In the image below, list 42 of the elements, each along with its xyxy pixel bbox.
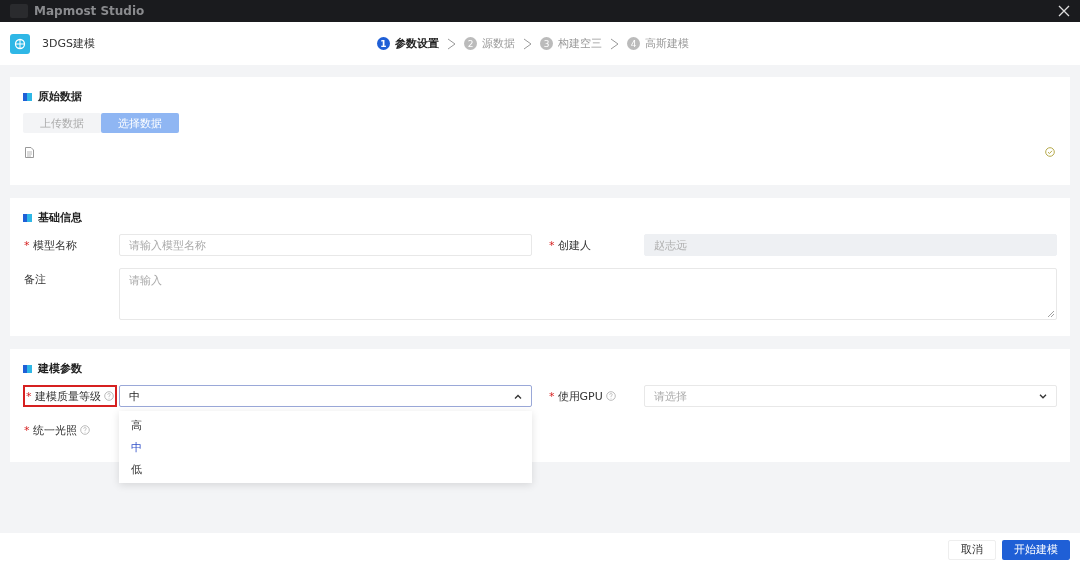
- required-mark: *: [26, 389, 32, 403]
- field-label: 创建人: [557, 237, 591, 253]
- step-number: 4: [627, 37, 640, 50]
- document-icon: [25, 147, 34, 158]
- dropdown-option[interactable]: 高: [119, 414, 532, 436]
- field-label: 使用GPU: [557, 388, 603, 404]
- step-number: 2: [464, 37, 477, 50]
- section-title: 原始数据: [38, 89, 82, 104]
- cancel-button[interactable]: 取消: [948, 539, 996, 560]
- dropdown-option[interactable]: 中: [119, 436, 532, 458]
- close-icon[interactable]: [1058, 5, 1070, 17]
- step-label: 源数据: [482, 36, 515, 51]
- check-circle-icon: [1045, 147, 1055, 157]
- section-flag-icon: [23, 213, 32, 222]
- caret-icon: [1039, 393, 1047, 399]
- section-flag-icon: [23, 364, 32, 373]
- required-mark: *: [549, 238, 555, 252]
- app-title: Mapmost Studio: [34, 4, 145, 18]
- field-label: 统一光照: [32, 422, 77, 438]
- step-label: 参数设置: [395, 36, 439, 51]
- app-logo-icon: [10, 33, 30, 54]
- required-mark: *: [24, 423, 30, 437]
- step-number: 1: [377, 37, 390, 50]
- chevron-icon: [610, 37, 619, 50]
- resize-handle-icon[interactable]: [1048, 311, 1054, 317]
- step-number: 3: [540, 37, 553, 50]
- start-button[interactable]: 开始建模: [1002, 539, 1070, 560]
- required-mark: *: [24, 238, 30, 252]
- chevron-icon: [523, 37, 532, 50]
- dropdown-option[interactable]: 低: [119, 458, 532, 480]
- section-flag-icon: [23, 92, 32, 101]
- field-label: 备注: [24, 271, 46, 287]
- section-title: 建模参数: [38, 361, 82, 376]
- chevron-icon: [447, 37, 456, 50]
- section-title: 基础信息: [38, 210, 82, 225]
- field-label: 建模质量等级: [34, 388, 101, 404]
- step-label: 高斯建模: [645, 36, 689, 51]
- select-field[interactable]: 中: [119, 385, 532, 407]
- required-mark: *: [549, 389, 555, 403]
- modal-title: 3DGS建模: [42, 36, 95, 51]
- caret-icon: [514, 393, 522, 399]
- field-label: 模型名称: [32, 237, 77, 253]
